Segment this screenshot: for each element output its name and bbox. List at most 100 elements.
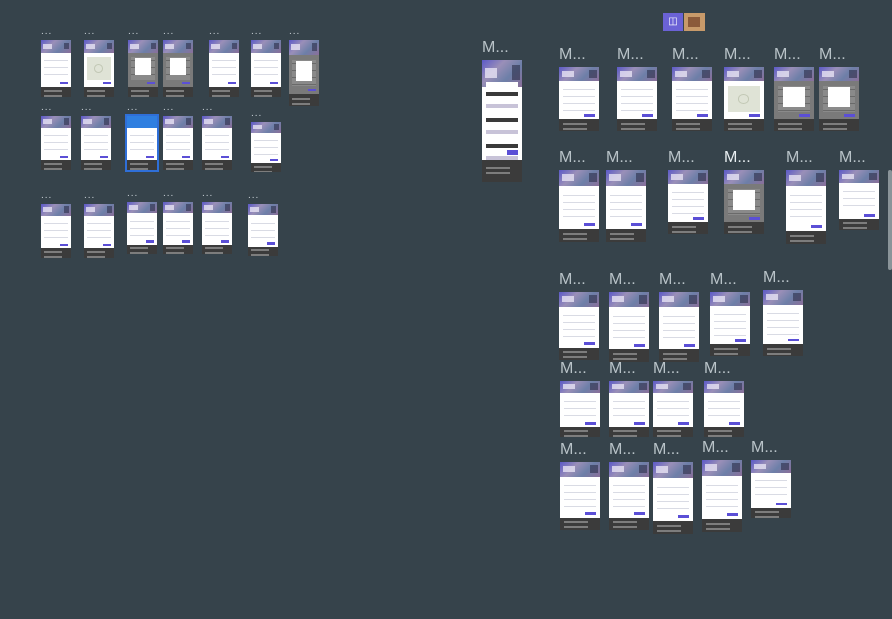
preview-cta-button <box>181 155 190 159</box>
artboard[interactable]: M... <box>774 46 814 131</box>
artboard[interactable]: ... <box>209 26 239 97</box>
artboard-title[interactable]: M... <box>763 269 790 287</box>
artboard-title[interactable]: M... <box>609 271 636 289</box>
artboard-title[interactable]: M... <box>751 439 778 457</box>
artboard-title[interactable]: M... <box>774 46 801 64</box>
artboard-title[interactable]: M... <box>704 360 731 378</box>
artboard-title[interactable]: M... <box>606 149 633 167</box>
artboard[interactable]: ... <box>125 102 159 172</box>
artboard[interactable]: M... <box>704 360 744 437</box>
artboard[interactable]: ... <box>202 102 232 170</box>
artboard[interactable]: ... <box>128 26 158 97</box>
brand-logo-thumbnail[interactable]: ◫ <box>663 13 705 31</box>
canvas-scrollbar[interactable] <box>888 170 892 270</box>
artboard-title[interactable]: ... <box>41 102 52 113</box>
artboard-title[interactable]: ... <box>41 26 52 37</box>
artboard[interactable]: M... <box>668 149 708 234</box>
artboard[interactable]: ... <box>41 190 71 258</box>
artboard[interactable]: M... <box>672 46 712 131</box>
artboard[interactable]: ... <box>84 26 114 97</box>
artboard-title[interactable]: M... <box>724 149 751 167</box>
artboard-title[interactable]: M... <box>559 46 586 64</box>
artboard[interactable]: M... <box>751 439 791 518</box>
artboard-title[interactable]: ... <box>163 102 174 113</box>
artboard-title[interactable]: ... <box>127 102 138 113</box>
artboard[interactable]: M... <box>653 441 693 534</box>
artboard[interactable]: M... <box>659 271 699 362</box>
artboard[interactable]: M... <box>763 269 803 356</box>
artboard-title[interactable]: M... <box>609 360 636 378</box>
artboard-title[interactable]: ... <box>163 26 174 37</box>
artboard[interactable]: M... <box>560 360 600 437</box>
artboard-title[interactable]: ... <box>289 26 300 37</box>
artboard[interactable]: M... <box>819 46 859 131</box>
artboard[interactable]: ... <box>163 26 193 97</box>
artboard[interactable]: M... <box>559 271 599 360</box>
artboard-title[interactable]: M... <box>659 271 686 289</box>
artboard-title[interactable]: ... <box>41 190 52 201</box>
artboard[interactable]: M... <box>606 149 646 242</box>
artboard-title[interactable]: M... <box>668 149 695 167</box>
artboard-title[interactable]: M... <box>482 39 509 57</box>
artboard[interactable]: ... <box>41 102 71 170</box>
artboard[interactable]: M... <box>559 46 599 131</box>
artboard-title[interactable]: ... <box>202 188 213 199</box>
artboard[interactable]: M... <box>702 439 742 532</box>
artboard[interactable]: M... <box>724 46 764 131</box>
artboard-title[interactable]: ... <box>202 102 213 113</box>
artboard[interactable]: M... <box>482 39 522 182</box>
artboard[interactable]: M... <box>559 149 599 242</box>
artboard-title[interactable]: ... <box>84 190 95 201</box>
artboard-title[interactable]: ... <box>251 26 262 37</box>
artboard-title[interactable]: M... <box>653 441 680 459</box>
artboard[interactable]: ... <box>81 102 111 170</box>
artboard-title[interactable]: M... <box>617 46 644 64</box>
artboard-title[interactable]: ... <box>209 26 220 37</box>
artboard[interactable]: M... <box>653 360 693 437</box>
artboard[interactable]: ... <box>248 190 278 256</box>
artboard[interactable]: ... <box>41 26 71 97</box>
artboard-title[interactable]: M... <box>786 149 813 167</box>
artboard-title[interactable]: M... <box>839 149 866 167</box>
artboard-title[interactable]: ... <box>127 188 138 199</box>
preview-hero-image <box>559 170 599 186</box>
artboard[interactable]: M... <box>710 271 750 356</box>
artboard[interactable]: M... <box>617 46 657 131</box>
artboard[interactable]: ... <box>163 102 193 170</box>
artboard[interactable]: ... <box>289 26 319 106</box>
artboard[interactable]: M... <box>839 149 879 230</box>
artboard-title[interactable]: M... <box>672 46 699 64</box>
artboard[interactable]: M... <box>786 149 826 244</box>
artboard-title[interactable]: M... <box>559 149 586 167</box>
artboard-title[interactable]: M... <box>559 271 586 289</box>
preview-hero-image <box>202 202 232 214</box>
artboard-title[interactable]: M... <box>560 360 587 378</box>
preview-cta-button <box>633 512 645 516</box>
preview-cta-button <box>798 114 810 117</box>
artboard-title[interactable]: ... <box>84 26 95 37</box>
artboard-title[interactable]: ... <box>251 108 262 119</box>
artboard[interactable]: M... <box>609 271 649 362</box>
artboard[interactable]: M... <box>609 441 649 530</box>
artboard[interactable]: M... <box>560 441 600 530</box>
artboard-title[interactable]: ... <box>248 190 259 201</box>
artboard[interactable]: ... <box>127 188 157 254</box>
artboard[interactable]: ... <box>202 188 232 254</box>
artboard-title[interactable]: ... <box>163 188 174 199</box>
artboard-title[interactable]: M... <box>710 271 737 289</box>
artboard[interactable]: ... <box>251 108 281 172</box>
artboard-title[interactable]: M... <box>819 46 846 64</box>
artboard[interactable]: ... <box>251 26 281 97</box>
artboard-title[interactable]: M... <box>724 46 751 64</box>
artboard-title[interactable]: M... <box>702 439 729 457</box>
artboard-title[interactable]: ... <box>128 26 139 37</box>
artboard-title[interactable]: M... <box>609 441 636 459</box>
artboard-title[interactable]: M... <box>560 441 587 459</box>
artboard[interactable]: M... <box>724 149 764 234</box>
artboard[interactable]: ... <box>84 190 114 258</box>
artboard-title[interactable]: ... <box>81 102 92 113</box>
artboard[interactable]: ... <box>163 188 193 254</box>
artboard[interactable]: M... <box>609 360 649 437</box>
artboard-title[interactable]: M... <box>653 360 680 378</box>
preview-modal <box>134 58 152 76</box>
